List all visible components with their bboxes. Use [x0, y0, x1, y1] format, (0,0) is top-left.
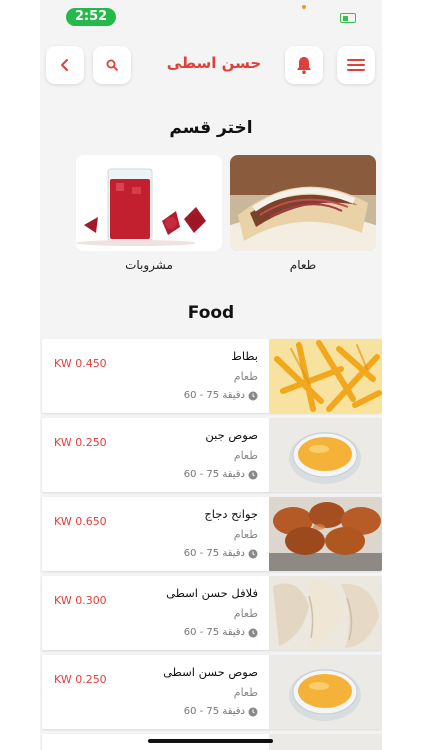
clock-icon	[248, 549, 258, 558]
prep-time-text: 60 - 75 دقيقة	[183, 706, 245, 717]
notifications-button[interactable]	[285, 46, 323, 84]
product-image	[269, 734, 382, 750]
product-name: فلافل حسن اسطى	[166, 586, 258, 600]
product-name: جوانح دجاج	[204, 507, 258, 521]
prep-time-text: 60 - 75 دقيقة	[183, 469, 245, 480]
clock-icon	[248, 470, 258, 479]
product-name: صوص حسن اسطى	[163, 665, 258, 679]
battery-icon	[340, 13, 356, 23]
product-image	[269, 497, 382, 571]
product-category: طعام	[233, 607, 258, 620]
category-drinks[interactable]: مشروبات	[76, 155, 222, 272]
product-category: طعام	[233, 449, 258, 462]
product-image	[269, 576, 382, 650]
prep-time: 60 - 75 دقيقة	[184, 706, 258, 717]
home-indicator	[148, 739, 273, 743]
product-price: KW 0.300	[54, 594, 107, 607]
back-button[interactable]	[46, 46, 84, 84]
category-drinks-label: مشروبات	[125, 258, 173, 272]
product-image	[269, 418, 382, 492]
clock-icon	[248, 707, 258, 716]
prep-time-text: 60 - 75 دقيقة	[183, 390, 245, 401]
category-food-label: طعام	[289, 258, 317, 272]
product-name: صوص جبن	[205, 428, 258, 442]
clock-icon	[248, 391, 258, 400]
prep-time: 60 - 75 دقيقة	[184, 469, 258, 480]
category-food[interactable]: طعام	[230, 155, 376, 272]
recording-dot	[302, 5, 306, 9]
prep-time: 60 - 75 دقيقة	[184, 390, 258, 401]
product-card[interactable]: صوص جبن طعام 60 - 75 دقيقة KW 0.250	[42, 418, 382, 492]
prep-time: 60 - 75 دقيقة	[184, 548, 258, 559]
search-icon	[106, 59, 118, 71]
product-image	[269, 339, 382, 413]
product-card[interactable]: صوص حسن اسطى طعام 60 - 75 دقيقة KW 0.250	[42, 655, 382, 729]
back-icon	[61, 59, 68, 71]
product-name: بطاط	[231, 349, 258, 363]
category-food-image	[230, 155, 376, 251]
product-category: طعام	[233, 528, 258, 541]
product-image	[269, 655, 382, 729]
page-title: حسن اسطى	[166, 54, 262, 72]
category-drinks-image	[76, 155, 222, 251]
product-price: KW 0.650	[54, 515, 107, 528]
product-price: KW 0.250	[54, 436, 107, 449]
product-category: طعام	[233, 370, 258, 383]
product-price: KW 0.450	[54, 357, 107, 370]
products-heading: Food	[187, 303, 235, 323]
search-button[interactable]	[93, 46, 131, 84]
product-category: طعام	[233, 686, 258, 699]
status-bar: 2:52	[40, 0, 382, 36]
categories-heading: اختر قسم	[169, 118, 253, 138]
product-card[interactable]: جوانح دجاج طعام 60 - 75 دقيقة KW 0.650	[42, 497, 382, 571]
status-time: 2:52	[66, 8, 116, 26]
app-screen: 2:52 حسن اسطى اختر قسم طعام مشروبات Food…	[40, 0, 382, 750]
clock-icon	[248, 628, 258, 637]
menu-button[interactable]	[337, 46, 375, 84]
bell-icon	[297, 57, 311, 74]
prep-time-text: 60 - 75 دقيقة	[183, 548, 245, 559]
top-bar: حسن اسطى	[40, 46, 382, 90]
product-card[interactable]: بطاط طعام 60 - 75 دقيقة KW 0.450	[42, 339, 382, 413]
prep-time-text: 60 - 75 دقيقة	[183, 627, 245, 638]
menu-icon	[347, 59, 365, 71]
product-price: KW 0.250	[54, 673, 107, 686]
product-card[interactable]: فلافل حسن اسطى طعام 60 - 75 دقيقة KW 0.3…	[42, 576, 382, 650]
prep-time: 60 - 75 دقيقة	[184, 627, 258, 638]
